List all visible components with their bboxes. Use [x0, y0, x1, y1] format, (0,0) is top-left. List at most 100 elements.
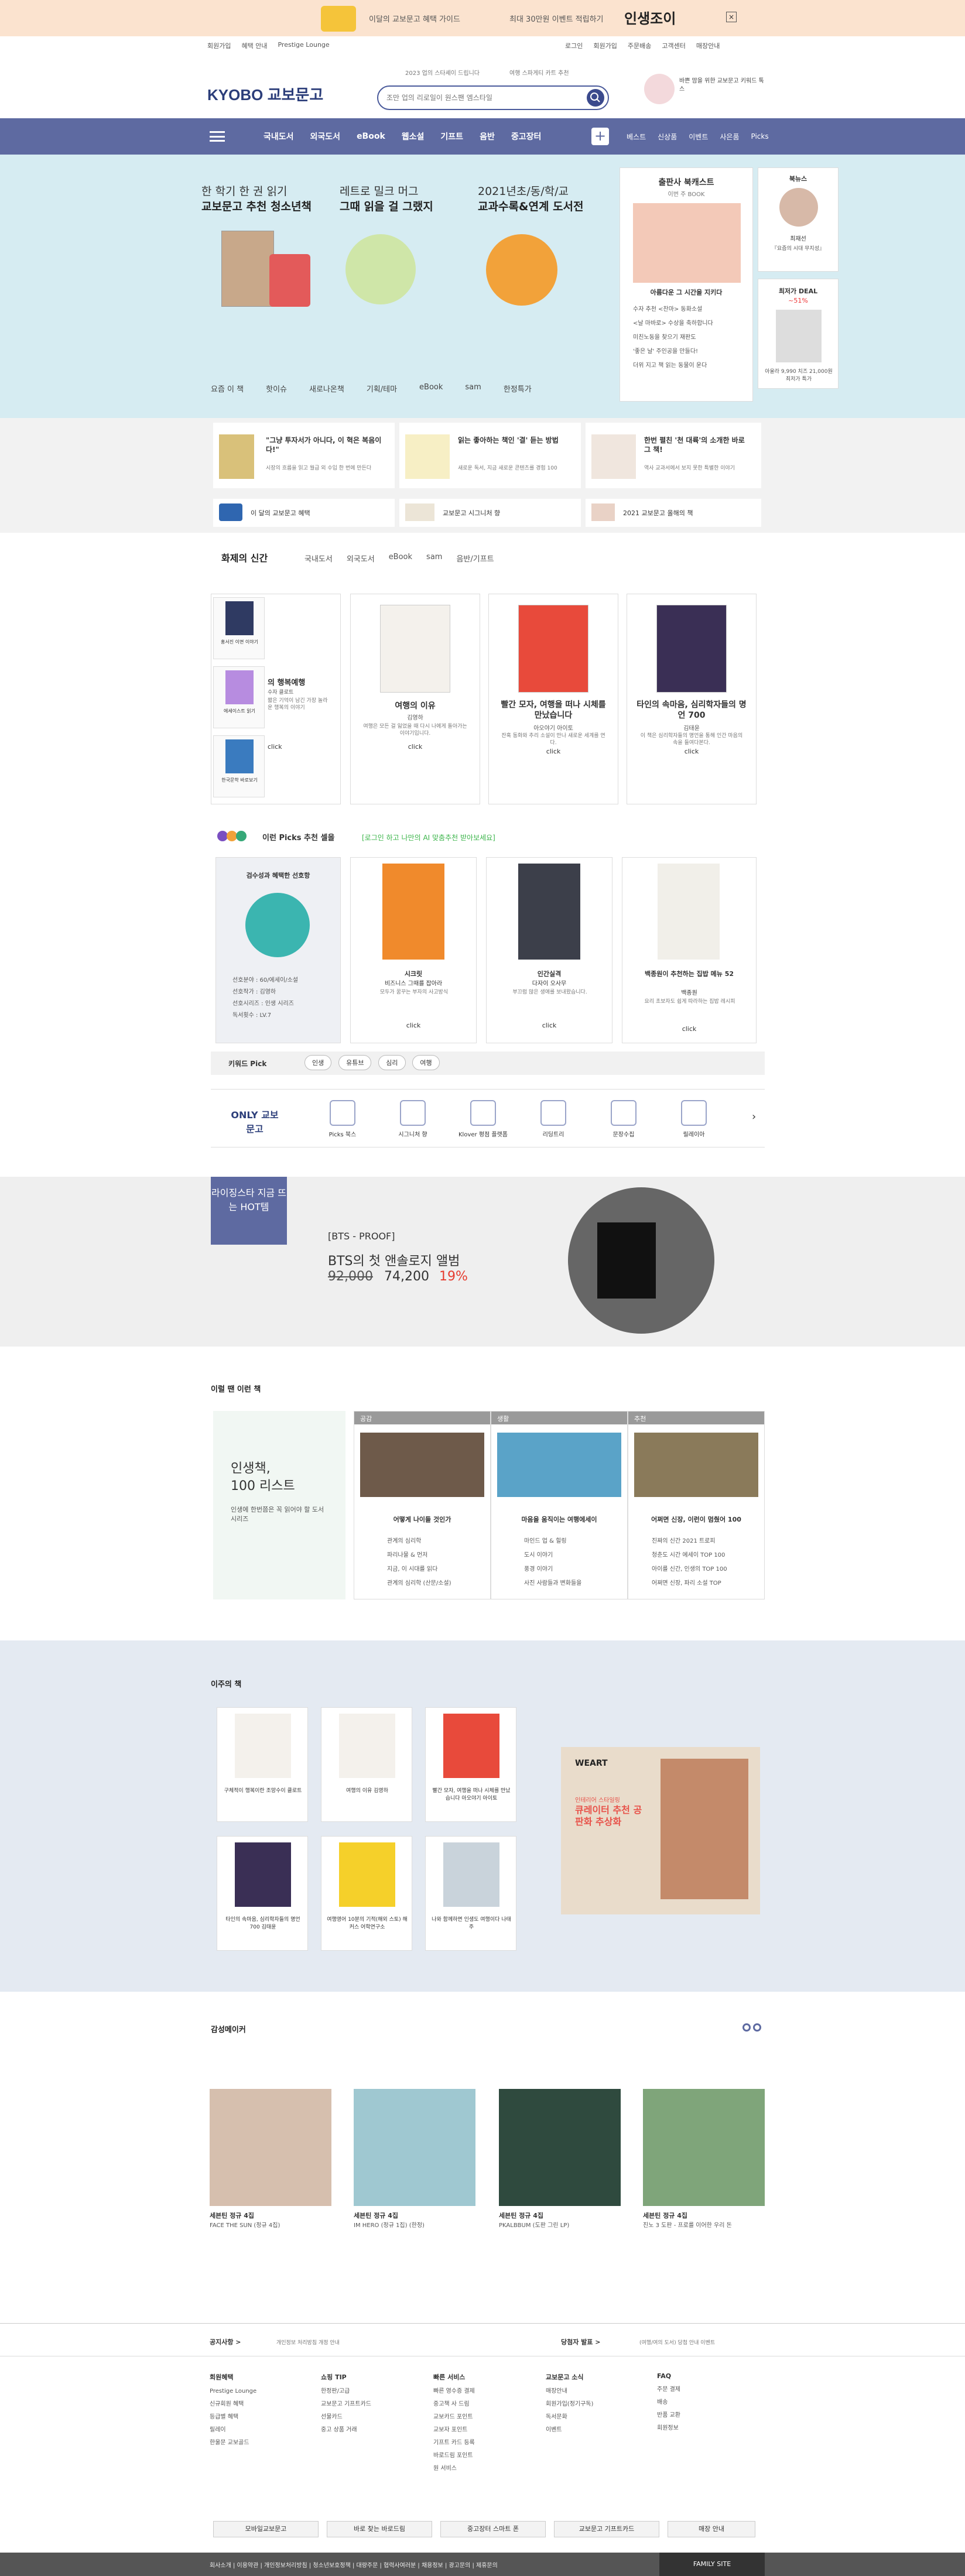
keyword-pill[interactable]: 여행 [412, 1055, 440, 1070]
event-label[interactable]: 당첨자 발표 > [561, 2337, 600, 2347]
life-col-item[interactable]: 청춘도 시간 에세이 TOP 100 [652, 1549, 727, 1563]
footer-link[interactable]: 회원가입(정기구독) [546, 2398, 651, 2411]
album-cover[interactable] [354, 2089, 475, 2206]
gnb-right-item[interactable]: 베스트 [627, 132, 646, 142]
gnb-item[interactable]: 음반 [480, 131, 495, 142]
util-link[interactable]: 로그인 [565, 41, 583, 50]
gnb-item[interactable]: 웹소설 [402, 131, 425, 142]
hero-tab[interactable]: 한정특가 [504, 383, 532, 394]
weekly-book[interactable]: 구체적이 행복이란 조망수이 클로트 [217, 1707, 308, 1822]
header-ad-text[interactable]: 바쁜 맘을 위한 교보문고 키워드 톡스 [679, 77, 767, 94]
logo[interactable]: KYOBO 교보문고 [207, 83, 323, 105]
weekly-book[interactable]: 여행의 이유 김영하 [321, 1707, 412, 1822]
keyword-pill[interactable]: 심리 [378, 1055, 406, 1070]
footer-link[interactable]: 배송 [657, 2396, 762, 2409]
hot-subtitle[interactable]: BTS의 첫 앤솔로지 앨범 [328, 1251, 460, 1269]
album-title[interactable]: 세븐틴 정규 4집 [499, 2211, 543, 2220]
only-item[interactable]: 리딩트리 [521, 1100, 586, 1138]
ad-row2-item[interactable]: 이 달의 교보문고 혜택 [213, 499, 395, 527]
gnb-item[interactable]: eBook [357, 132, 385, 141]
keyword-pill[interactable]: 유튜브 [338, 1055, 372, 1070]
family-site-button[interactable]: FAMILY SITE [659, 2553, 765, 2576]
ad-card[interactable]: 한번 펼친 '천 대륙'의 소개한 바로 그 책! 역사 교과서에서 보지 못한… [586, 423, 761, 488]
footer-link[interactable]: 이벤트 [546, 2424, 651, 2437]
ad-card[interactable]: 읽는 좋아하는 책인 '결' 듣는 방법 새로운 독서, 지금 새로운 콘텐츠를… [399, 423, 581, 488]
util-link[interactable]: Prestige Lounge [278, 41, 329, 50]
ad-row2-item[interactable]: 교보문고 시그니처 향 [399, 499, 581, 527]
life-col-item[interactable]: 관계의 심리학 [387, 1534, 451, 1549]
bookcast-item[interactable]: 미친노동을 찾으기 재판도 [633, 331, 713, 345]
click-link[interactable]: click [622, 1025, 756, 1033]
pagination-dot[interactable] [753, 2023, 761, 2032]
hero-slide-title[interactable]: 레트로 밀크 머그 [340, 183, 418, 198]
gnb-item[interactable]: 기프트 [440, 131, 463, 142]
search-hint[interactable]: 여행 스파게티 카트 추천 [509, 68, 569, 77]
tab[interactable]: 국내도서 [304, 553, 333, 564]
new-book-card[interactable]: 빨간 모자, 여행을 떠나 시체를 만났습니다 아오야기 아이토 잔혹 동화와 … [488, 594, 618, 804]
footer-link[interactable]: 매장안내 [546, 2385, 651, 2398]
only-item[interactable]: 릴레이아 [662, 1100, 726, 1138]
life-col-image[interactable] [497, 1433, 621, 1497]
life-col-title[interactable]: 어떻게 나이들 것인가 [354, 1515, 490, 1524]
life-col-image[interactable] [634, 1433, 758, 1497]
footer-link[interactable]: 주문 결제 [657, 2383, 762, 2396]
header-ad-image[interactable] [644, 74, 675, 104]
footer-link[interactable]: 기프트 카드 등록 [433, 2437, 539, 2450]
footer-link[interactable]: 교보문고 기프트카드 [321, 2398, 426, 2411]
hero-slide-title[interactable]: 그때 읽을 걸 그랬지 [340, 198, 433, 214]
bookcast-book[interactable]: 아름다운 그 시간을 지키다 [620, 287, 752, 297]
close-icon[interactable]: × [726, 12, 737, 22]
album-title[interactable]: 세븐틴 정규 4집 [643, 2211, 687, 2220]
footer-link[interactable]: 한울문 교보골드 [210, 2437, 315, 2450]
album-cover[interactable] [210, 2089, 331, 2206]
util-link[interactable]: 매장안내 [696, 41, 720, 50]
album-cover[interactable] [499, 2089, 621, 2206]
footer-button[interactable]: 모바일교보문고 [213, 2521, 319, 2537]
picks-card[interactable]: 시크릿 비즈니스 그때를 잡아라 모두가 꿈꾸는 부자의 사고방식 click [350, 857, 477, 1043]
footer-button[interactable]: 교보문고 기프트카드 [554, 2521, 659, 2537]
click-link[interactable]: click [487, 1022, 612, 1029]
hot-product-image[interactable] [568, 1187, 714, 1334]
life-left[interactable]: 인생책, 100 리스트 인생에 한번쯤은 꼭 읽어야 할 도서 시리즈 [213, 1411, 345, 1599]
footer-button[interactable]: 중고장터 스마트 폰 [440, 2521, 546, 2537]
tab[interactable]: sam [426, 553, 442, 564]
life-col-image[interactable] [360, 1433, 484, 1497]
hero-tab[interactable]: sam [465, 383, 481, 394]
album-title[interactable]: 세븐틴 정규 4집 [354, 2211, 398, 2220]
footer-link[interactable]: 중고책 사 드림 [433, 2398, 539, 2411]
picks-profile-card[interactable]: 검수성과 혜택한 선호항 선호분야 : 60/에세이/소설 선호작가 : 김영하… [215, 857, 341, 1043]
footer-link[interactable]: 독서문화 [546, 2411, 651, 2424]
hero-tab[interactable]: 핫이슈 [266, 383, 287, 394]
hero-product-image[interactable] [269, 254, 310, 307]
life-col-item[interactable]: 관계의 심리학 (산문/소설) [387, 1577, 451, 1591]
hero-tab[interactable]: 새로나온책 [309, 383, 344, 394]
footer-link[interactable]: 반품 교환 [657, 2409, 762, 2422]
ad-card[interactable]: "그냥 투자서가 아니다, 이 혁은 복음이다!" 시장의 흐름을 읽고 월급 … [213, 423, 395, 488]
util-link[interactable]: 회원가입 [207, 41, 231, 50]
footer-link[interactable]: 한정판/고급 [321, 2385, 426, 2398]
gnb-item[interactable]: 중고장터 [511, 131, 542, 142]
footer-link[interactable]: 빠른 영수증 결제 [433, 2385, 539, 2398]
click-link[interactable]: click [627, 748, 756, 755]
weekly-book[interactable]: 나와 함께하면 인생도 여행이다 나태주 [425, 1836, 516, 1951]
life-col-item[interactable]: 마인드 업 & 힐링 [524, 1534, 581, 1549]
avatar[interactable] [779, 188, 818, 227]
util-link[interactable]: 회원가입 [593, 41, 617, 50]
footer-link[interactable]: 등급별 혜택 [210, 2411, 315, 2424]
event-text[interactable]: (여행/여의 도서) 당첨 안내 이벤트 [639, 2338, 715, 2346]
only-item[interactable]: 문장수집 [591, 1100, 656, 1138]
util-link[interactable]: 고객센터 [662, 41, 685, 50]
bookcast-item[interactable]: 수자 추천 <찬마> 동화소설 [633, 303, 713, 317]
hero-tab[interactable]: 기획/테마 [367, 383, 397, 394]
click-link[interactable]: click [268, 743, 282, 751]
search-input[interactable] [386, 91, 574, 104]
search-button[interactable] [587, 89, 604, 107]
footer-link[interactable]: 바로드림 포인트 [433, 2450, 539, 2462]
weekly-ad[interactable]: WEART 인테리어 스타일링 큐레이터 추천 공판화 추상화 [561, 1747, 760, 1914]
gnb-right-item[interactable]: 신상품 [658, 132, 677, 142]
album-cover[interactable] [643, 2089, 765, 2206]
only-item[interactable]: 시그니처 향 [381, 1100, 445, 1138]
util-link[interactable]: 주문배송 [628, 41, 651, 50]
hero-slide-title[interactable]: 교과수록&연계 도서전 [478, 198, 584, 214]
footer-button[interactable]: 바로 찾는 바로드림 [327, 2521, 432, 2537]
